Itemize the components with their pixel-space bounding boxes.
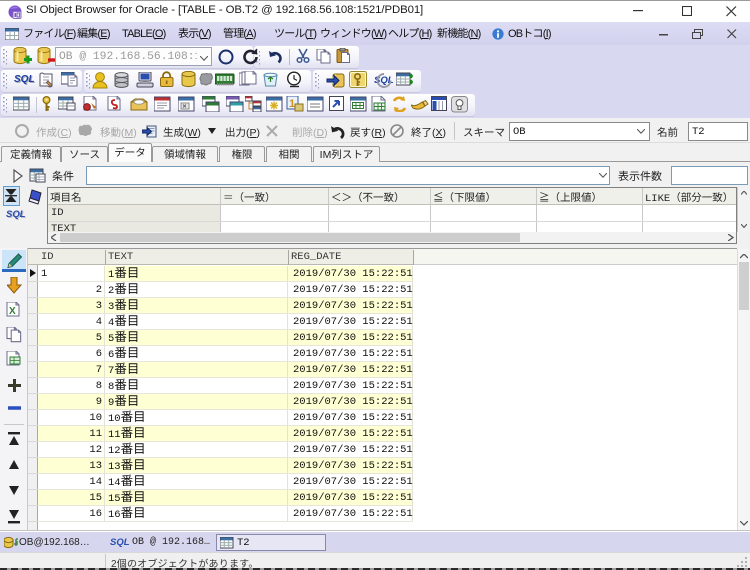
svg-text:1: 1	[289, 98, 295, 110]
svg-text:X: X	[9, 306, 16, 317]
